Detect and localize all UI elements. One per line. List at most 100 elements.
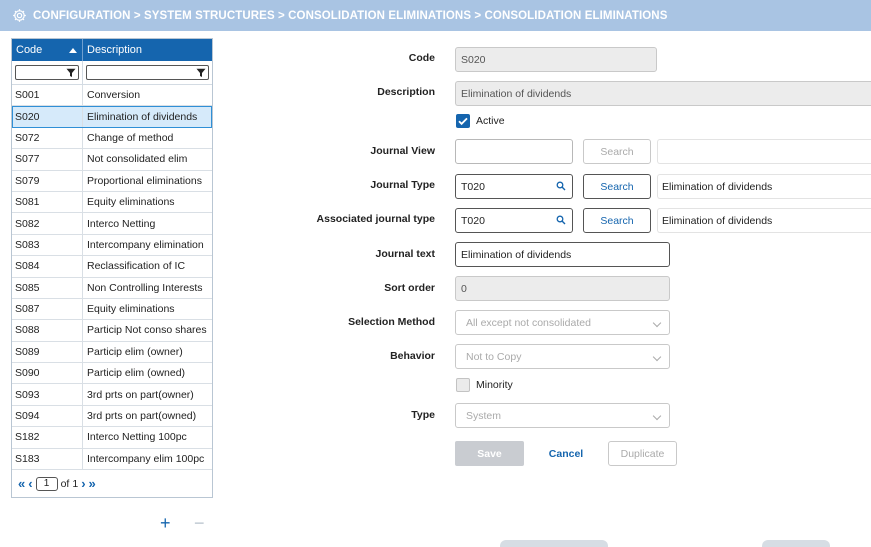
journal-view-resolved bbox=[657, 139, 871, 164]
row-code: S090 bbox=[12, 363, 83, 384]
row-description: Non Controlling Interests bbox=[87, 281, 203, 294]
minority-label: Minority bbox=[476, 379, 513, 391]
cancel-button[interactable]: Cancel bbox=[540, 441, 592, 466]
description-field[interactable]: Elimination of dividends bbox=[455, 81, 871, 106]
associated-journal-type-resolved: Elimination of dividends bbox=[662, 215, 773, 227]
row-code: S182 bbox=[12, 427, 83, 448]
minority-checkbox[interactable] bbox=[456, 378, 470, 392]
chevron-down-icon bbox=[652, 318, 662, 328]
row-code: S183 bbox=[12, 448, 83, 470]
page-number-input[interactable]: 1 bbox=[35, 476, 58, 491]
save-button[interactable]: Save bbox=[455, 441, 524, 466]
row-description: Proportional eliminations bbox=[87, 174, 202, 187]
row-code: S094 bbox=[12, 405, 83, 427]
row-description: Conversion bbox=[87, 89, 141, 102]
row-code: S085 bbox=[12, 277, 83, 298]
code-label: Code bbox=[408, 52, 435, 64]
table-row[interactable]: S093 3rd prts on part(owner) bbox=[12, 384, 212, 406]
row-description: 3rd prts on part(owner) bbox=[87, 388, 194, 401]
row-description: Particip elim (owner) bbox=[87, 345, 183, 358]
description-filter-input[interactable] bbox=[86, 65, 209, 80]
duplicate-button[interactable]: Duplicate bbox=[608, 441, 677, 466]
row-code: S082 bbox=[12, 213, 83, 234]
table-row[interactable]: S094 3rd prts on part(owned) bbox=[12, 405, 212, 428]
journal-text-label: Journal text bbox=[375, 248, 435, 260]
breadcrumb: CONFIGURATION > SYSTEM STRUCTURES > CONS… bbox=[33, 9, 668, 22]
row-description: Equity eliminations bbox=[87, 303, 175, 316]
type-select[interactable]: System bbox=[455, 403, 670, 428]
codes-grid: Code Description S001 Conversion S020 Elimi… bbox=[11, 38, 213, 498]
table-row[interactable]: S182 Interco Netting 100pc bbox=[12, 427, 212, 449]
code-field[interactable]: S020 bbox=[455, 47, 657, 72]
column-header-code[interactable]: Code bbox=[12, 39, 83, 61]
row-description: Particip elim (owned) bbox=[87, 367, 186, 380]
row-code: S093 bbox=[12, 384, 83, 405]
gear-icon bbox=[11, 8, 27, 24]
first-page-icon[interactable]: « bbox=[18, 476, 25, 491]
row-code: S001 bbox=[12, 85, 83, 106]
checkmark-icon bbox=[458, 117, 468, 126]
table-row[interactable]: S183 Intercompany elim 100pc bbox=[12, 448, 212, 471]
table-row[interactable]: S072 Change of method bbox=[12, 127, 212, 150]
table-row[interactable]: S083 Intercompany elimination bbox=[12, 234, 212, 257]
table-row[interactable]: S087 Equity eliminations bbox=[12, 298, 212, 321]
row-description: Equity eliminations bbox=[87, 196, 175, 209]
filter-icon[interactable] bbox=[66, 68, 76, 78]
row-code: S084 bbox=[12, 256, 83, 277]
table-row[interactable]: S001 Conversion bbox=[12, 85, 212, 107]
behavior-select[interactable]: Not to Copy bbox=[455, 344, 670, 369]
table-row[interactable]: S077 Not consolidated elim bbox=[12, 149, 212, 171]
row-description: Intercompany elimination bbox=[87, 238, 204, 251]
table-row[interactable]: S079 Proportional eliminations bbox=[12, 170, 212, 192]
behavior-label: Behavior bbox=[390, 350, 435, 362]
sort-order-label: Sort order bbox=[384, 282, 435, 294]
footer-decoration bbox=[762, 540, 830, 547]
selection-method-label: Selection Method bbox=[348, 316, 435, 328]
column-header-description[interactable]: Description bbox=[83, 39, 212, 61]
journal-view-label: Journal View bbox=[370, 145, 435, 157]
table-row[interactable]: S090 Particip elim (owned) bbox=[12, 363, 212, 385]
sort-order-field[interactable]: 0 bbox=[455, 276, 670, 301]
prev-page-icon[interactable]: ‹ bbox=[28, 476, 32, 491]
row-code: S081 bbox=[12, 191, 83, 213]
row-code: S079 bbox=[12, 170, 83, 191]
row-code: S083 bbox=[12, 234, 83, 256]
table-row[interactable]: S084 Reclassification of IC bbox=[12, 256, 212, 278]
table-row[interactable]: S082 Interco Netting bbox=[12, 213, 212, 235]
add-icon[interactable]: + bbox=[160, 513, 171, 534]
associated-journal-type-label: Associated journal type bbox=[316, 213, 435, 225]
row-code: S077 bbox=[12, 149, 83, 170]
selection-method-select[interactable]: All except not consolidated bbox=[455, 310, 670, 335]
code-filter-input[interactable] bbox=[15, 65, 79, 80]
chevron-down-icon bbox=[652, 411, 662, 421]
row-description: Not consolidated elim bbox=[87, 153, 188, 166]
row-description: Interco Netting 100pc bbox=[87, 431, 187, 444]
journal-view-search-button[interactable]: Search bbox=[583, 139, 651, 164]
pager: « ‹ 1 of 1 › » bbox=[12, 470, 212, 497]
table-row[interactable]: S020 Elimination of dividends bbox=[12, 106, 212, 128]
journal-type-input[interactable]: T020 bbox=[455, 174, 573, 199]
row-description: Interco Netting bbox=[87, 217, 156, 230]
last-page-icon[interactable]: » bbox=[89, 476, 96, 491]
search-icon bbox=[556, 181, 566, 191]
grid-header: Code Description bbox=[12, 39, 212, 61]
next-page-icon[interactable]: › bbox=[81, 476, 85, 491]
remove-icon[interactable]: − bbox=[194, 513, 205, 534]
journal-text-input[interactable]: Elimination of dividends bbox=[455, 242, 670, 267]
table-row[interactable]: S089 Particip elim (owner) bbox=[12, 341, 212, 364]
journal-view-input[interactable] bbox=[455, 139, 573, 164]
filter-icon[interactable] bbox=[196, 68, 206, 78]
active-checkbox[interactable] bbox=[456, 114, 470, 128]
row-description: Intercompany elim 100pc bbox=[87, 452, 205, 465]
page-of-label: of bbox=[60, 477, 70, 490]
table-row[interactable]: S085 Non Controlling Interests bbox=[12, 277, 212, 299]
associated-journal-type-search-button[interactable]: Search bbox=[583, 208, 651, 233]
table-row[interactable]: S081 Equity eliminations bbox=[12, 191, 212, 214]
breadcrumb-bar: CONFIGURATION > SYSTEM STRUCTURES > CONS… bbox=[0, 0, 871, 31]
table-row[interactable]: S088 Particip Not conso shares bbox=[12, 320, 212, 342]
row-code: S072 bbox=[12, 127, 83, 149]
associated-journal-type-input[interactable]: T020 bbox=[455, 208, 573, 233]
page-total: 1 bbox=[72, 477, 79, 490]
journal-type-search-button[interactable]: Search bbox=[583, 174, 651, 199]
description-label: Description bbox=[377, 86, 435, 98]
